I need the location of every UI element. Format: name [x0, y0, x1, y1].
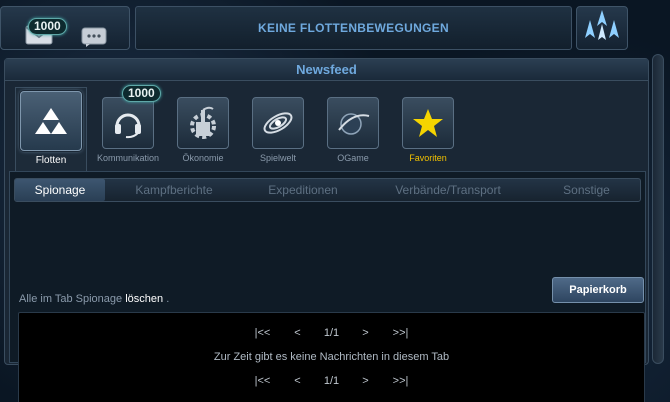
empty-message: Zur Zeit gibt es keine Nachrichten in di…	[213, 351, 450, 363]
tab-kampfberichte[interactable]: Kampfberichte	[105, 179, 243, 201]
first-page-link[interactable]: |<<	[243, 327, 283, 339]
next-page-link[interactable]: >	[351, 327, 381, 339]
tab-verbaende-transport[interactable]: Verbände/Transport	[363, 179, 533, 201]
delete-all-link[interactable]: löschen	[125, 293, 163, 305]
category-kommunikation[interactable]: 1000 Kommunikation	[92, 85, 164, 171]
fleet-button[interactable]	[576, 6, 628, 50]
subtab-bar: Spionage Kampfberichte Expeditionen Verb…	[14, 178, 641, 202]
first-page-link[interactable]: |<<	[243, 375, 283, 387]
page-indicator: 1/1	[323, 375, 340, 387]
economy-icon	[177, 97, 229, 149]
headset-icon	[102, 97, 154, 149]
newsfeed-panel: Newsfeed Flotten 1000 Kommunikation Ökon…	[4, 58, 649, 402]
delete-all-line: Alle im Tab Spionage löschen .	[19, 293, 169, 305]
prev-page-link[interactable]: <	[283, 375, 313, 387]
panel-title: Newsfeed	[5, 59, 648, 81]
next-page-link[interactable]: >	[351, 375, 381, 387]
communication-count-badge: 1000	[122, 85, 161, 102]
ogame-planet-icon	[327, 97, 379, 149]
category-favoriten[interactable]: Favoriten	[392, 91, 464, 171]
category-label: OGame	[337, 153, 369, 163]
category-label: Flotten	[35, 155, 67, 166]
pagination-top: |<< < 1/1 > >>|	[19, 327, 644, 339]
category-label: Favoriten	[409, 153, 447, 163]
category-spielwelt[interactable]: Spielwelt	[242, 91, 314, 171]
last-page-link[interactable]: >>|	[381, 375, 421, 387]
category-flotten[interactable]: Flotten	[15, 91, 87, 171]
delete-all-prefix: Alle im Tab Spionage	[19, 293, 123, 305]
pagination-bottom: |<< < 1/1 > >>|	[19, 375, 644, 387]
mail-count-badge: 1000	[28, 18, 67, 35]
category-label: Spielwelt	[259, 153, 297, 163]
fleet-status-text: KEINE FLOTTENBEWEGUNGEN	[258, 21, 449, 35]
fleet-movement-bar[interactable]: KEINE FLOTTENBEWEGUNGEN	[135, 6, 572, 50]
messages-content: Spionage Kampfberichte Expeditionen Verb…	[9, 171, 646, 402]
category-label: Kommunikation	[96, 153, 160, 163]
category-ogame[interactable]: OGame	[317, 91, 389, 171]
category-row: Flotten 1000 Kommunikation Ökonomie Spie…	[15, 85, 645, 171]
delete-all-suffix: .	[166, 293, 170, 305]
star-icon	[402, 97, 454, 149]
tab-sonstige[interactable]: Sonstige	[533, 179, 640, 201]
galaxy-icon	[252, 97, 304, 149]
chat-icon[interactable]	[81, 27, 107, 52]
message-list: |<< < 1/1 > >>| Zur Zeit gibt es keine N…	[18, 312, 645, 402]
top-bar: 1000 KEINE FLOTTENBEWEGUNGEN	[0, 0, 670, 54]
trash-button[interactable]: Papierkorb	[552, 277, 644, 303]
messages-area: 1000	[0, 6, 130, 50]
page-scrollbar[interactable]	[652, 54, 664, 364]
fleet-ships-icon	[582, 8, 622, 49]
category-oekonomie[interactable]: Ökonomie	[167, 91, 239, 171]
fleet-icon	[20, 91, 82, 151]
page-indicator: 1/1	[323, 327, 340, 339]
category-label: Ökonomie	[182, 153, 224, 163]
tab-spionage[interactable]: Spionage	[15, 179, 105, 201]
prev-page-link[interactable]: <	[283, 327, 313, 339]
tab-expeditionen[interactable]: Expeditionen	[243, 179, 363, 201]
last-page-link[interactable]: >>|	[381, 327, 421, 339]
